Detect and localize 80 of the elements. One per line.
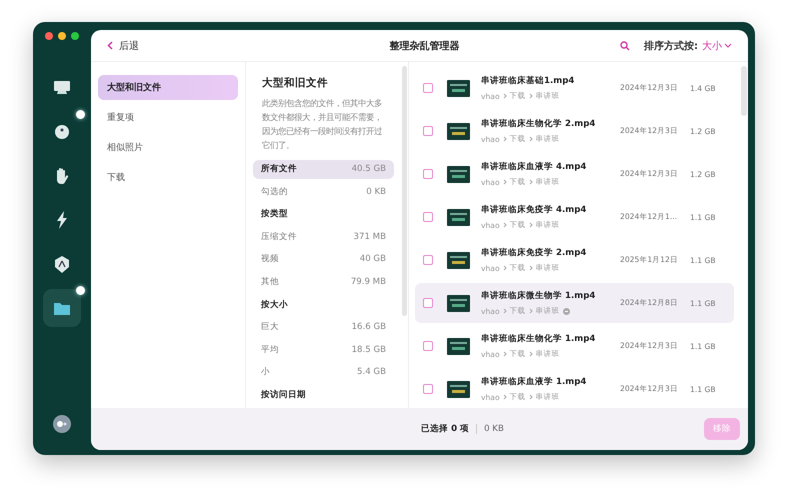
chevron-icon <box>528 351 533 357</box>
chevron-icon <box>528 265 533 271</box>
video-thumbnail-icon <box>447 122 470 140</box>
sort-label: 排序方式按: <box>644 39 698 52</box>
checkbox[interactable] <box>423 384 433 394</box>
file-name: 串讲班临床免疫学 2.mp4 <box>481 247 588 259</box>
minimize-button[interactable] <box>58 32 66 40</box>
filter-item[interactable]: 压缩文件 371 MB <box>253 228 394 246</box>
chevron-icon <box>502 308 507 314</box>
zoom-button[interactable] <box>71 32 79 40</box>
scrollbar-thumb[interactable] <box>741 66 747 116</box>
checkbox[interactable] <box>423 126 433 136</box>
disk-icon <box>54 124 70 140</box>
selection-count: 已选择 0 项 <box>421 423 470 435</box>
filter-item[interactable]: 其他 79.9 MB <box>253 272 394 292</box>
chevron-icon <box>528 93 533 99</box>
category-item[interactable]: 大型和旧文件 <box>98 75 238 100</box>
filter-item[interactable]: 所有文件 40.5 GB <box>253 160 394 179</box>
filter-heading: 按访问日期 <box>260 388 307 402</box>
filter-item[interactable]: 勾选的 0 KB <box>253 182 394 202</box>
scrollbar-thumb[interactable] <box>402 66 407 316</box>
file-name: 串讲班临床免疫学 4.mp4 <box>481 204 588 216</box>
lightning-icon <box>56 211 68 229</box>
video-thumbnail-icon <box>447 380 470 398</box>
filter-item[interactable]: 平均 18.5 GB <box>253 340 394 359</box>
chevron-icon <box>502 394 507 400</box>
checkbox[interactable] <box>423 298 433 308</box>
category-item[interactable]: 下载 <box>98 165 238 190</box>
video-thumbnail-icon <box>447 338 470 354</box>
filter-item[interactable]: 视频 40 GB <box>253 250 394 269</box>
checkbox[interactable] <box>423 83 433 93</box>
folder-icon <box>53 300 71 316</box>
file-name: 串讲班临床生物化学 2.mp4 <box>481 118 596 130</box>
chevron-icon <box>502 222 507 228</box>
avatar-icon[interactable] <box>53 415 71 433</box>
file-name: 串讲班临床基础1.mp4 <box>481 75 576 87</box>
chevron-down-icon <box>724 43 732 48</box>
video-thumbnail-icon <box>447 294 470 312</box>
notification-dot <box>76 286 85 295</box>
category-title: 大型和旧文件 <box>261 76 329 90</box>
file-name: 串讲班临床生物化学 1.mp4 <box>481 333 596 345</box>
monitor-icon <box>53 80 71 96</box>
search-icon[interactable] <box>620 40 630 50</box>
filter-heading: 按大小 <box>260 298 289 312</box>
chevron-left-icon <box>107 41 113 50</box>
file-name: 串讲班临床血液学 4.mp4 <box>481 161 588 173</box>
selection-size: 0 KB <box>476 424 504 434</box>
chevron-icon <box>502 265 507 271</box>
close-button[interactable] <box>45 32 53 40</box>
file-name: 串讲班临床血液学 1.mp4 <box>481 376 588 388</box>
filter-heading: 按类型 <box>260 208 289 222</box>
video-thumbnail-icon <box>447 166 470 182</box>
video-thumbnail-icon <box>447 80 470 96</box>
category-item[interactable]: 相似照片 <box>98 135 238 160</box>
category-item[interactable]: 重复项 <box>98 105 238 130</box>
chevron-icon <box>528 308 533 314</box>
chevron-icon <box>528 394 533 400</box>
back-button[interactable]: 后退 <box>107 38 139 52</box>
window-title: 整理杂乱管理器 <box>388 40 460 52</box>
chevron-icon <box>502 136 507 142</box>
checkbox[interactable] <box>423 341 433 351</box>
checkbox[interactable] <box>423 169 433 179</box>
chevron-icon <box>528 136 533 142</box>
sort-dropdown[interactable]: 大小 <box>698 38 732 52</box>
chevron-icon <box>502 351 507 357</box>
checkbox[interactable] <box>423 255 433 265</box>
chevron-icon <box>502 93 507 99</box>
filter-item[interactable]: 巨大 16.6 GB <box>253 318 394 336</box>
category-description: 此类别包含您的文件，但其中大多数文件都很大，并且可能不需要，因为您已经有一段时间没有打开过它们了。 <box>261 97 383 152</box>
chevron-icon <box>528 179 533 185</box>
chevron-icon <box>528 222 533 228</box>
file-name: 串讲班临床微生物学 1.mp4 <box>481 290 596 302</box>
checkbox[interactable] <box>423 212 433 222</box>
chevron-icon <box>502 179 507 185</box>
filter-item[interactable]: 小 5.4 GB <box>253 362 394 382</box>
hand-icon <box>54 167 70 185</box>
notification-dot <box>76 110 85 119</box>
shield-icon <box>54 256 70 272</box>
video-thumbnail-icon <box>447 252 470 268</box>
video-thumbnail-icon <box>447 208 470 226</box>
